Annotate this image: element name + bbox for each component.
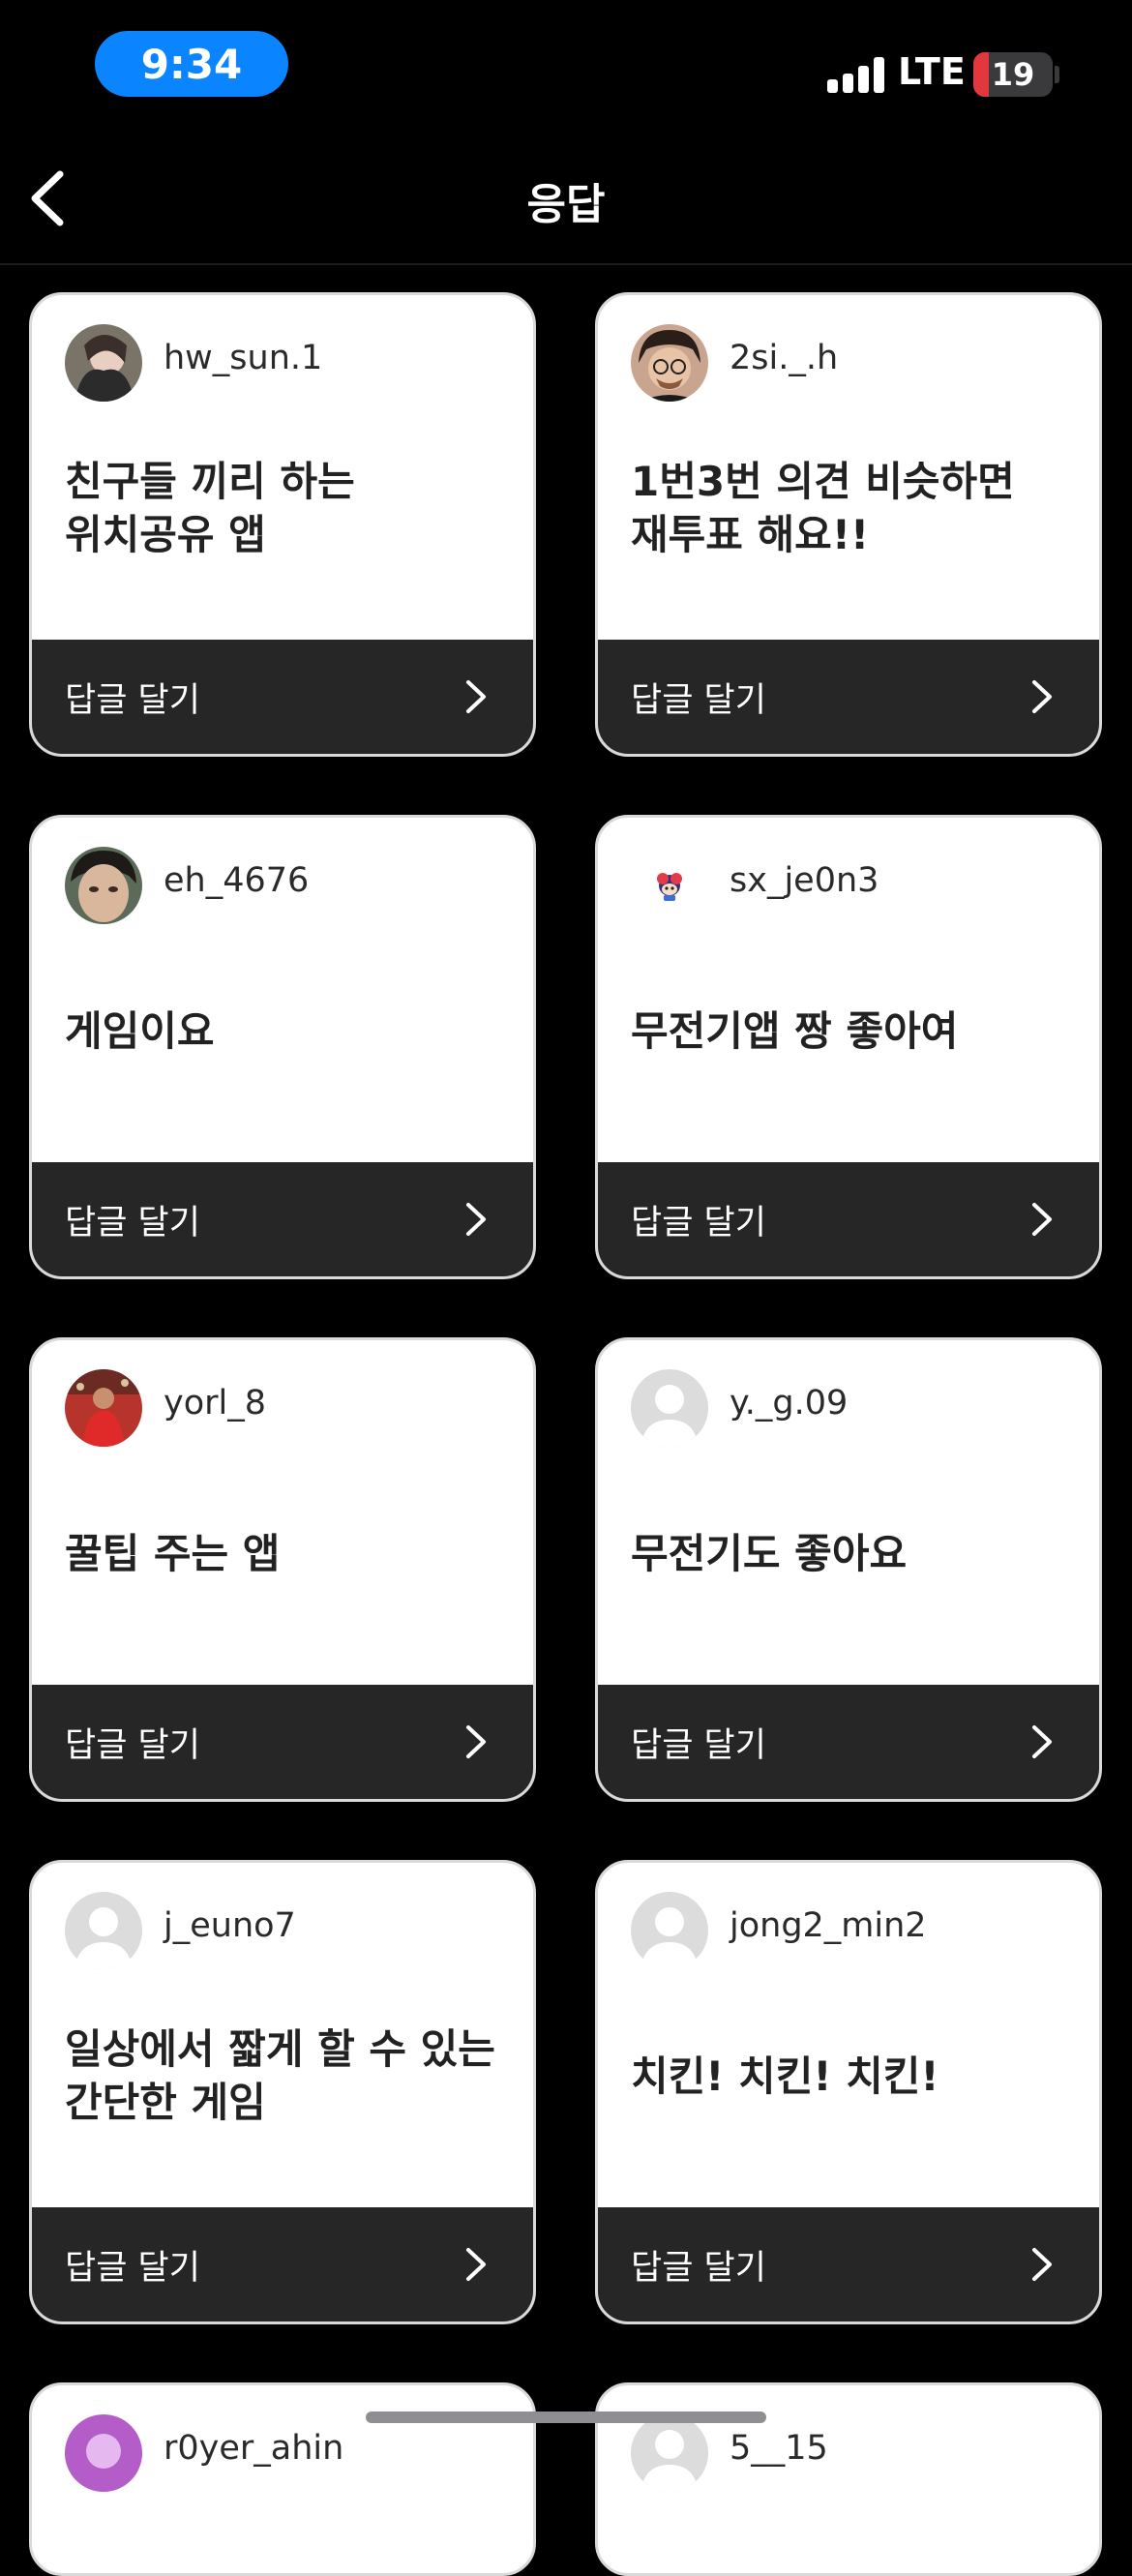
answer-text-content: 꿀팁 주는 앱 bbox=[65, 1529, 281, 1577]
reply-button[interactable]: 답글 달기 bbox=[32, 2207, 533, 2321]
chevron-right-icon bbox=[466, 680, 486, 713]
answer-text-content: 무전기앱 짱 좋아여 bbox=[631, 1006, 959, 1055]
chevron-right-icon bbox=[1032, 680, 1052, 713]
reply-button[interactable]: 답글 달기 bbox=[32, 1685, 533, 1799]
reply-button[interactable]: 답글 달기 bbox=[598, 1162, 1099, 1276]
username[interactable]: r0yer_ahin bbox=[164, 2429, 343, 2468]
username[interactable]: yorl_8 bbox=[164, 1384, 266, 1423]
reply-label: 답글 달기 bbox=[65, 2248, 200, 2288]
avatar[interactable] bbox=[65, 2414, 142, 2492]
answer-card: eh_4676 게임이요 답글 달기 bbox=[29, 815, 536, 1279]
username[interactable]: y._g.09 bbox=[730, 1384, 848, 1423]
username[interactable]: eh_4676 bbox=[164, 861, 309, 900]
avatar[interactable] bbox=[65, 1369, 142, 1447]
answer-text-content: 1번3번 의견 비슷하면 재투표 해요!! bbox=[631, 458, 1015, 558]
answers-grid: hw_sun.1 친구들 끼리 하는 위치공유 앱 답글 달기 2si._.h … bbox=[0, 0, 1132, 2576]
answer-text: 무전기앱 짱 좋아여 bbox=[631, 926, 1086, 1137]
reply-button[interactable]: 답글 달기 bbox=[598, 2207, 1099, 2321]
username[interactable]: hw_sun.1 bbox=[164, 339, 322, 377]
avatar[interactable] bbox=[65, 324, 142, 402]
answer-text-content: 친구들 끼리 하는 위치공유 앱 bbox=[65, 458, 355, 558]
answer-text: 일상에서 짧게 할 수 있는 간단한 게임 bbox=[65, 1971, 520, 2182]
default-avatar-icon[interactable] bbox=[631, 2414, 708, 2492]
chevron-right-icon bbox=[1032, 2248, 1052, 2281]
reply-label: 답글 달기 bbox=[631, 1725, 766, 1765]
answer-text-content: 무전기도 좋아요 bbox=[631, 1529, 908, 1577]
chevron-right-icon bbox=[466, 1203, 486, 1236]
answer-text-content: 게임이요 bbox=[65, 1006, 215, 1055]
username[interactable]: 2si._.h bbox=[730, 339, 838, 377]
username[interactable]: 5__15 bbox=[730, 2429, 828, 2468]
reply-button[interactable]: 답글 달기 bbox=[32, 1162, 533, 1276]
avatar[interactable] bbox=[631, 324, 708, 402]
reply-label: 답글 달기 bbox=[631, 2248, 766, 2288]
reply-button[interactable]: 답글 달기 bbox=[598, 1685, 1099, 1799]
answer-card: hw_sun.1 친구들 끼리 하는 위치공유 앱 답글 달기 bbox=[29, 292, 536, 757]
answer-text-content: 일상에서 짧게 할 수 있는 간단한 게임 bbox=[65, 2025, 495, 2126]
home-indicator[interactable] bbox=[366, 2411, 766, 2423]
answer-text: 게임이요 bbox=[65, 926, 520, 1137]
answer-card: j_euno7 일상에서 짧게 할 수 있는 간단한 게임 답글 달기 bbox=[29, 1860, 536, 2324]
answer-text: 1번3번 의견 비슷하면 재투표 해요!! bbox=[631, 404, 1086, 614]
chevron-right-icon bbox=[1032, 1725, 1052, 1758]
username[interactable]: j_euno7 bbox=[164, 1906, 296, 1945]
answer-card: sx_je0n3 무전기앱 짱 좋아여 답글 달기 bbox=[595, 815, 1102, 1279]
username[interactable]: jong2_min2 bbox=[730, 1906, 927, 1945]
username[interactable]: sx_je0n3 bbox=[730, 861, 879, 900]
answer-card: yorl_8 꿀팁 주는 앱 답글 달기 bbox=[29, 1337, 536, 1802]
reply-button[interactable]: 답글 달기 bbox=[32, 640, 533, 754]
answer-text-content: 치킨! 치킨! 치킨! bbox=[631, 2052, 939, 2100]
answer-card: y._g.09 무전기도 좋아요 답글 달기 bbox=[595, 1337, 1102, 1802]
answer-text: 친구들 끼리 하는 위치공유 앱 bbox=[65, 404, 520, 614]
default-avatar-icon[interactable] bbox=[631, 1892, 708, 1969]
avatar[interactable] bbox=[65, 847, 142, 924]
chevron-right-icon bbox=[466, 1725, 486, 1758]
answer-card: 2si._.h 1번3번 의견 비슷하면 재투표 해요!! 답글 달기 bbox=[595, 292, 1102, 757]
reply-button[interactable]: 답글 달기 bbox=[598, 640, 1099, 754]
answer-card: jong2_min2 치킨! 치킨! 치킨! 답글 달기 bbox=[595, 1860, 1102, 2324]
answer-text: 치킨! 치킨! 치킨! bbox=[631, 1971, 1086, 2182]
reply-label: 답글 달기 bbox=[65, 1203, 200, 1243]
answer-text: 꿀팁 주는 앱 bbox=[65, 1449, 520, 1660]
reply-label: 답글 달기 bbox=[631, 1203, 766, 1243]
default-avatar-icon[interactable] bbox=[65, 1892, 142, 1969]
chevron-right-icon bbox=[1032, 1203, 1052, 1236]
reply-label: 답글 달기 bbox=[65, 680, 200, 720]
chevron-right-icon bbox=[466, 2248, 486, 2281]
reply-label: 답글 달기 bbox=[65, 1725, 200, 1765]
default-avatar-icon[interactable] bbox=[631, 1369, 708, 1447]
answer-text: 무전기도 좋아요 bbox=[631, 1449, 1086, 1660]
reply-label: 답글 달기 bbox=[631, 680, 766, 720]
avatar[interactable] bbox=[631, 847, 708, 924]
